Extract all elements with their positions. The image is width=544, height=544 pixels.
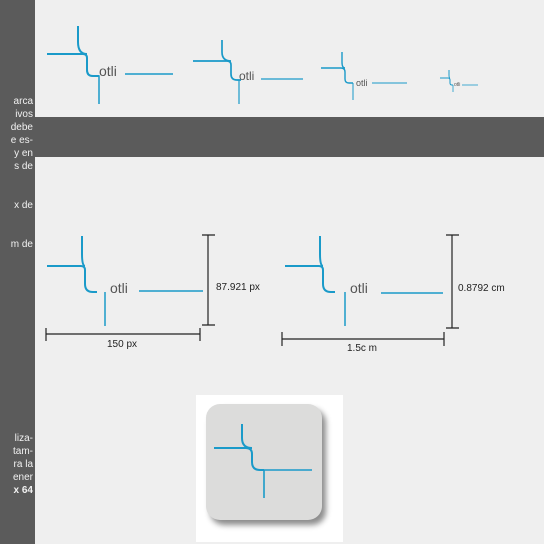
sidebar-text-fragment: e es- — [10, 135, 33, 146]
logo-wordmark: otli — [99, 63, 117, 79]
height-label-px: 87.921 px — [216, 282, 260, 293]
sidebar-text-fragment: m de — [10, 239, 33, 250]
sidebar-text-fragment: x 64 — [13, 485, 33, 496]
sidebar-text-fragment: tam- — [13, 446, 33, 457]
logo-tiny: otli — [440, 70, 478, 92]
sidebar-text-fragment: y en — [14, 148, 33, 159]
sidebar-text-fragment: s de — [14, 161, 33, 172]
dimension-lines-px — [45, 234, 215, 341]
sidebar-text-fragment: arca — [13, 96, 33, 107]
width-label-cm: 1.5c m — [347, 343, 378, 354]
width-label-px: 150 px — [107, 339, 138, 350]
sidebar-text-fragment: liza- — [14, 433, 33, 444]
logo-mark-icon — [214, 424, 312, 498]
logo-medium: otli — [193, 40, 303, 104]
sidebar-text-fragment: debe — [10, 122, 33, 133]
logo-small: otli — [321, 52, 407, 100]
height-label-cm: 0.8792 cm — [458, 283, 505, 294]
sidebar-text-fragment: ivos — [15, 109, 33, 120]
logo-wordmark: otli — [356, 78, 368, 88]
dimension-lines-cm — [281, 234, 459, 346]
section-divider-band — [35, 117, 544, 157]
app-icon — [206, 404, 322, 520]
sidebar-text-fragment: ener — [12, 472, 33, 483]
logo-wordmark: otli — [454, 82, 460, 88]
sidebar-text-fragment: x de — [14, 200, 33, 211]
logo-large: otli — [47, 26, 173, 104]
logo-wordmark: otli — [239, 69, 254, 83]
sidebar-text-fragment: ra la — [13, 459, 33, 470]
sidebar-text-column: arca ivos debe e es- y en s de x de m de… — [0, 0, 35, 544]
